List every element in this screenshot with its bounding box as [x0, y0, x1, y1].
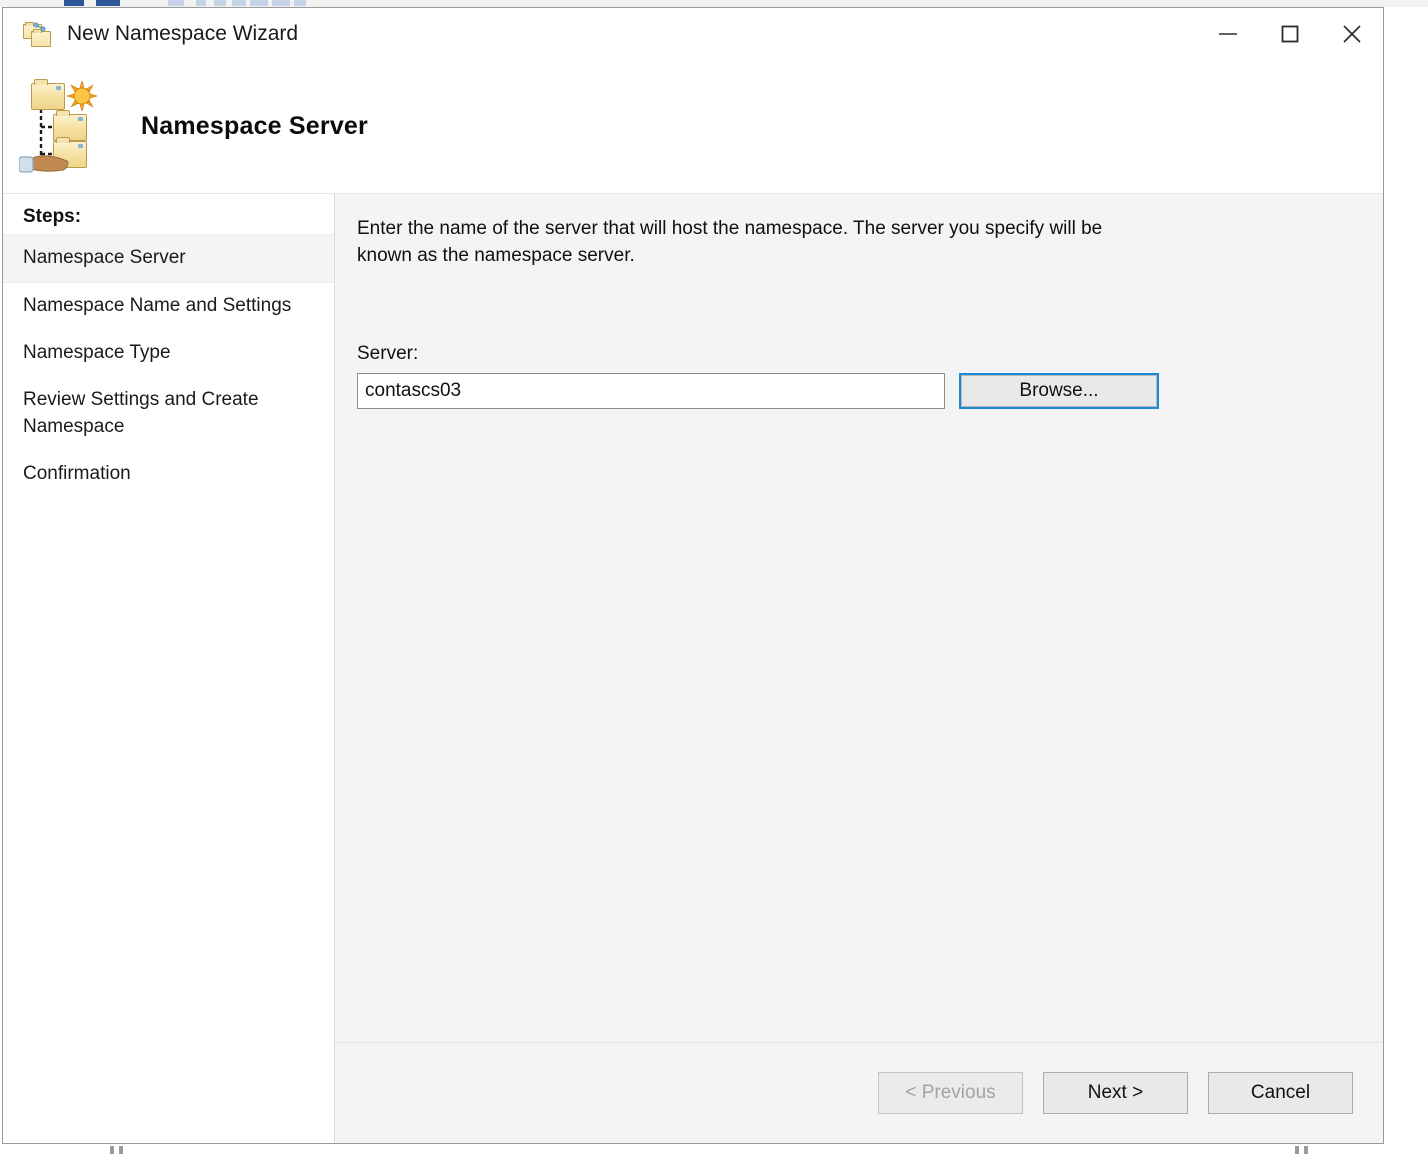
hand-icon — [19, 151, 73, 177]
background-chip — [214, 0, 226, 6]
maximize-button[interactable] — [1259, 8, 1321, 60]
sidebar-item-namespace-name-and-settings[interactable]: Namespace Name and Settings — [3, 283, 334, 330]
steps-heading: Steps: — [3, 201, 334, 234]
background-window-bottom-marks — [0, 1146, 1428, 1154]
sidebar-item-label: Confirmation — [23, 463, 131, 484]
server-input[interactable] — [357, 373, 945, 409]
next-button[interactable]: Next > — [1043, 1072, 1188, 1114]
page-header: Namespace Server — [3, 60, 1383, 194]
sidebar-item-namespace-type[interactable]: Namespace Type — [3, 330, 334, 377]
folder-front-shape — [31, 31, 51, 47]
background-mark — [119, 1146, 123, 1154]
background-chip — [96, 0, 120, 6]
sidebar-item-label: Namespace Name and Settings — [23, 295, 291, 316]
background-chip — [294, 0, 306, 6]
sidebar-item-review-settings-and-create-namespace[interactable]: Review Settings and Create Namespace — [3, 377, 334, 451]
previous-button[interactable]: < Previous — [878, 1072, 1023, 1114]
content-panel: Enter the name of the server that will h… — [335, 194, 1383, 1143]
background-mark — [1304, 1146, 1308, 1154]
content-main: Enter the name of the server that will h… — [335, 194, 1383, 1042]
sidebar-item-namespace-server[interactable]: Namespace Server — [3, 234, 334, 283]
star-sparkle-icon — [67, 81, 97, 111]
sidebar-item-label: Namespace Server — [23, 247, 186, 268]
background-chip — [64, 0, 84, 6]
background-chip — [196, 0, 206, 6]
close-button[interactable] — [1321, 8, 1383, 60]
instruction-text: Enter the name of the server that will h… — [357, 216, 1147, 270]
window-title: New Namespace Wizard — [67, 22, 298, 46]
background-mark — [110, 1146, 114, 1154]
sidebar-item-label: Namespace Type — [23, 342, 171, 363]
steps-sidebar: Steps: Namespace Server Namespace Name a… — [3, 194, 335, 1143]
server-field-label: Server: — [357, 343, 1357, 365]
background-chip — [168, 0, 184, 6]
network-link-glyph — [33, 22, 46, 33]
wizard-footer: < Previous Next > Cancel — [335, 1042, 1383, 1143]
namespace-folders-icon — [23, 21, 53, 47]
background-mark — [1295, 1146, 1299, 1154]
sidebar-item-label: Review Settings and Create Namespace — [23, 389, 259, 437]
page-title: Namespace Server — [141, 112, 368, 141]
folder-icon-top — [31, 83, 65, 110]
cancel-button[interactable]: Cancel — [1208, 1072, 1353, 1114]
title-bar: New Namespace Wizard — [3, 8, 1383, 60]
new-namespace-wizard-window: New Namespace Wizard — [2, 7, 1384, 1144]
browse-button-label: Browse... — [961, 375, 1157, 407]
server-field-row: Browse... — [357, 373, 1357, 409]
background-window-strip — [0, 0, 1428, 7]
background-chip — [272, 0, 290, 6]
wizard-body: Steps: Namespace Server Namespace Name a… — [3, 194, 1383, 1143]
background-chip — [232, 0, 246, 6]
browse-button[interactable]: Browse... — [959, 373, 1159, 409]
sidebar-item-confirmation[interactable]: Confirmation — [3, 451, 334, 498]
namespace-tree-hand-icon — [19, 79, 103, 175]
minimize-button[interactable] — [1197, 8, 1259, 60]
window-controls — [1197, 8, 1383, 60]
background-chip — [250, 0, 268, 6]
